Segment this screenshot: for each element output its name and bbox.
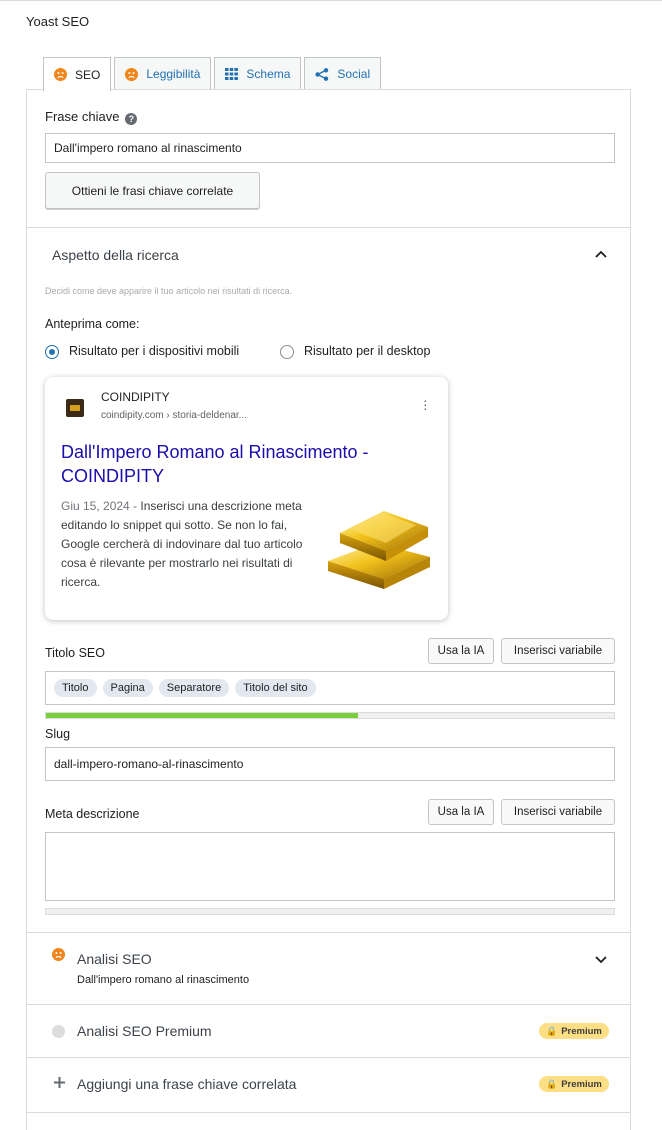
plugin-title: Yoast SEO (26, 14, 90, 29)
snippet-description: Giu 15, 2024 - Inserisci una descrizione… (61, 499, 303, 589)
sad-face-icon (54, 68, 67, 81)
tab-readability[interactable]: Leggibilità (114, 57, 212, 90)
chevron-down-icon[interactable] (595, 956, 607, 964)
desktop-radio[interactable] (280, 345, 294, 359)
premium-analysis-title[interactable]: Analisi SEO Premium (77, 1023, 212, 1039)
share-icon (315, 67, 329, 81)
section-divider (27, 932, 630, 933)
seo-title-input[interactable]: Titolo Pagina Separatore Titolo del sito (45, 671, 615, 705)
section-divider (27, 1004, 630, 1005)
plus-icon (54, 1077, 65, 1088)
top-divider (0, 0, 662, 1)
lock-icon: 🔒 (546, 1025, 558, 1036)
mobile-radio-label[interactable]: Risultato per i dispositivi mobili (69, 344, 239, 358)
sad-face-icon (52, 948, 65, 961)
preview-as-label: Anteprima come: (45, 317, 140, 331)
section-divider (27, 1057, 630, 1058)
sad-face-icon (125, 67, 139, 81)
seo-panel: Frase chiave? Dall'impero romano al rina… (26, 89, 631, 1130)
tab-bar: SEO Leggibilità Schema Social (43, 57, 384, 91)
snippet-site-name: COINDIPITY (101, 390, 170, 404)
search-appearance-description: Decidi come deve apparire il tuo articol… (45, 286, 293, 296)
seo-title-ai-button[interactable]: Usa la IA (428, 638, 494, 664)
search-appearance-heading[interactable]: Aspetto della ricerca (52, 247, 179, 263)
seo-analysis-subtitle: Dall'impero romano al rinascimento (77, 974, 250, 986)
lock-icon: 🔒 (546, 1078, 558, 1089)
gray-circle-icon (52, 1025, 65, 1038)
add-related-keyphrase-title[interactable]: Aggiungi una frase chiave correlata (77, 1076, 296, 1092)
slug-input[interactable]: dall-impero-romano-al-rinascimento (45, 747, 615, 781)
related-keyphrases-button[interactable]: Ottieni le frasi chiave correlate (45, 172, 260, 209)
focus-keyphrase-label: Frase chiave? (45, 109, 138, 125)
seo-title-progress-fill (46, 713, 359, 718)
variable-chip[interactable]: Titolo (54, 679, 97, 697)
site-favicon (66, 399, 84, 417)
meta-description-ai-button[interactable]: Usa la IA (428, 799, 494, 825)
tab-label: Social (337, 67, 371, 81)
snippet-date: Giu 15, 2024 (61, 499, 130, 513)
snippet-title[interactable]: Dall'Impero Romano al Rinascimento - COI… (61, 440, 431, 488)
premium-badge: 🔒 Premium (539, 1076, 609, 1092)
focus-keyphrase-input[interactable]: Dall'impero romano al rinascimento (45, 133, 615, 163)
mobile-radio[interactable] (45, 345, 59, 359)
google-preview-card[interactable]: COINDIPITY coindipity.com › storia-delde… (45, 377, 448, 620)
chevron-up-icon[interactable] (595, 250, 607, 258)
meta-description-insert-variable-button[interactable]: Inserisci variabile (501, 799, 615, 825)
desktop-radio-label[interactable]: Risultato per il desktop (304, 344, 430, 358)
variable-chip[interactable]: Separatore (158, 679, 230, 697)
seo-title-insert-variable-button[interactable]: Inserisci variabile (501, 638, 615, 664)
premium-badge: 🔒 Premium (539, 1023, 609, 1039)
tab-label: Schema (246, 67, 291, 81)
tab-schema[interactable]: Schema (214, 57, 302, 90)
tab-label: SEO (75, 67, 101, 82)
section-divider (27, 1112, 630, 1113)
variable-chip[interactable]: Pagina (102, 679, 153, 697)
meta-description-label: Meta descrizione (45, 807, 140, 821)
tab-seo[interactable]: SEO (43, 57, 112, 91)
seo-title-label: Titolo SEO (45, 646, 105, 660)
meta-description-input[interactable] (45, 832, 615, 901)
meta-description-progress-bar (45, 908, 615, 915)
seo-title-progress-bar (45, 712, 615, 719)
more-vertical-icon[interactable]: · · · (423, 393, 428, 415)
seo-analysis-title[interactable]: Analisi SEO (77, 951, 152, 967)
tab-social[interactable]: Social (304, 57, 382, 90)
grid-icon (225, 68, 239, 80)
gold-bars-image (328, 511, 430, 589)
variable-chip[interactable]: Titolo del sito (235, 679, 316, 697)
snippet-url: coindipity.com › storia-deldenar... (101, 410, 247, 421)
section-divider (27, 227, 630, 228)
help-icon[interactable]: ? (125, 113, 138, 125)
tab-label: Leggibilità (146, 67, 201, 81)
slug-label: Slug (45, 727, 71, 741)
